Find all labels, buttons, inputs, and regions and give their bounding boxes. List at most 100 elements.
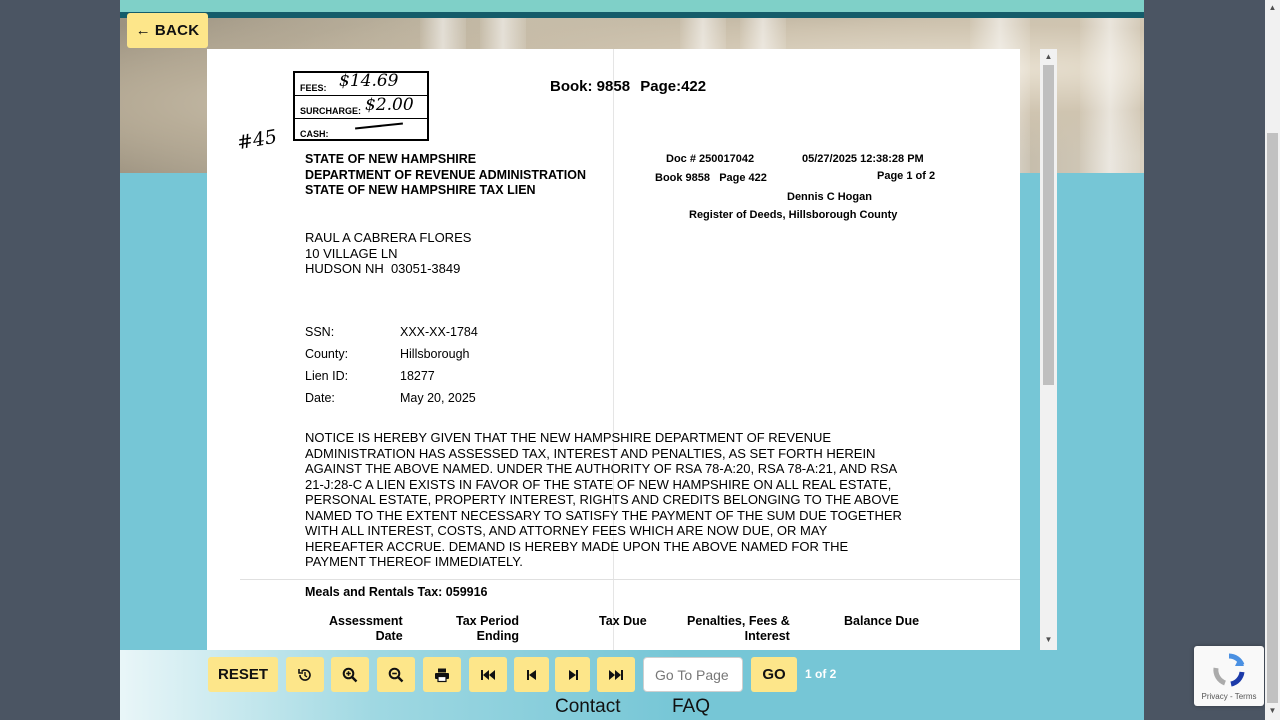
book-label: Book: xyxy=(550,78,593,95)
field-value-county: Hillsborough xyxy=(400,347,470,361)
print-icon xyxy=(435,668,449,682)
fees-label: FEES: xyxy=(300,83,327,93)
cash-label: CASH: xyxy=(300,129,329,139)
header-balance-due: Balance Due xyxy=(844,614,920,628)
last-page-icon xyxy=(609,669,623,680)
field-value-ssn: XXX-XX-1784 xyxy=(400,325,478,339)
surcharge-label: SURCHARGE: xyxy=(300,106,362,116)
page-value: 422 xyxy=(681,78,707,95)
faq-link[interactable]: FAQ xyxy=(672,696,710,718)
header-tax-period-line1: Tax Period xyxy=(456,614,519,628)
notice-line: NAMED TO THE EXTENT NECESSARY TO SATISFY… xyxy=(305,507,902,523)
zoom-in-icon xyxy=(342,667,358,682)
margin-note: #45 xyxy=(235,125,279,155)
register-title: Register of Deeds, Hillsborough County xyxy=(689,209,898,221)
page-label: Page: xyxy=(640,78,682,95)
rotate-icon xyxy=(298,668,311,681)
first-page-icon xyxy=(481,669,495,680)
addressee-city: HUDSON NH 03051-3849 xyxy=(305,261,461,276)
go-to-page-input[interactable] xyxy=(643,657,743,692)
header-assessment: Assessment xyxy=(329,614,403,628)
notice-line: AGAINST THE ABOVE NAMED. UNDER THE AUTHO… xyxy=(305,461,898,476)
addressee-name: RAUL A CABRERA FLORES xyxy=(305,230,472,245)
next-page-icon xyxy=(568,669,578,680)
go-button[interactable]: GO xyxy=(751,657,797,692)
back-label: BACK xyxy=(154,22,200,39)
first-page-button[interactable] xyxy=(469,657,507,692)
print-button[interactable] xyxy=(423,657,461,692)
page-scroll-down-icon[interactable]: ▼ xyxy=(1268,706,1277,715)
last-page-button[interactable] xyxy=(597,657,635,692)
zoom-in-button[interactable] xyxy=(331,657,369,692)
addressee-block: RAUL A CABRERA FLORES 10 VILLAGE LN HUDS… xyxy=(305,230,471,277)
next-page-button[interactable] xyxy=(555,657,590,692)
document-viewer[interactable]: #45 FEES: $14.69 SURCHARGE: $2.00 CASH: … xyxy=(207,49,1020,650)
header-penalties-line2: Interest xyxy=(744,629,790,643)
prev-page-button[interactable] xyxy=(514,657,549,692)
header-tax-period-line2: Ending xyxy=(476,629,519,643)
zoom-out-button[interactable] xyxy=(377,657,415,692)
agency-line-2: DEPARTMENT OF REVENUE ADMINISTRATION xyxy=(305,167,587,182)
rotate-button[interactable] xyxy=(286,657,324,692)
recaptcha-terms[interactable]: Terms xyxy=(1235,692,1257,701)
recaptcha-privacy[interactable]: Privacy xyxy=(1202,692,1228,701)
notice-line: WITH ALL INTEREST, COSTS, AND ATTORNEY F… xyxy=(305,523,828,538)
recaptcha-badge[interactable]: Privacy - Terms xyxy=(1194,646,1264,706)
book-value: 9858 xyxy=(596,78,631,95)
reset-button[interactable]: RESET xyxy=(208,657,278,692)
fees-value: $14.69 xyxy=(339,71,399,91)
notice-line: NOTICE IS HEREBY GIVEN THAT THE NEW HAMP… xyxy=(305,430,832,445)
header-dark-bar xyxy=(120,12,1144,18)
notice-line: PERSONAL ESTATE, PROPERTY INTEREST, RIGH… xyxy=(305,492,899,507)
prev-page-icon xyxy=(526,669,536,680)
field-label-county: County: xyxy=(305,347,349,361)
notice-paragraph: NOTICE IS HEREBY GIVEN THAT THE NEW HAMP… xyxy=(305,430,902,570)
recording-datetime: 05/27/2025 12:38:28 PM xyxy=(802,153,924,165)
fee-stamp: FEES: $14.69 SURCHARGE: $2.00 CASH: xyxy=(293,71,429,141)
register-name: Dennis C Hogan xyxy=(787,191,872,203)
doc-number: Doc # 250017042 xyxy=(666,153,755,165)
notice-line: 21-J:28-C A LIEN EXISTS IN FAVOR OF THE … xyxy=(305,476,892,492)
cash-strike xyxy=(355,122,403,130)
addressee-street: 10 VILLAGE LN xyxy=(305,245,398,261)
page-scroll-up-icon[interactable]: ▲ xyxy=(1268,3,1277,12)
field-label-ssn: SSN: xyxy=(305,325,335,339)
field-label-lien-id: Lien ID: xyxy=(305,369,349,383)
header-accent-bar xyxy=(120,0,1144,12)
agency-block: STATE OF NEW HAMPSHIRE DEPARTMENT OF REV… xyxy=(305,152,586,199)
viewer-scroll-thumb[interactable] xyxy=(1043,65,1054,385)
contact-link[interactable]: Contact xyxy=(555,696,620,718)
scroll-up-icon[interactable]: ▲ xyxy=(1043,52,1054,61)
scroll-down-icon[interactable]: ▼ xyxy=(1043,635,1054,644)
arrow-left-icon: ← xyxy=(135,22,151,39)
agency-line-1: STATE OF NEW HAMPSHIRE xyxy=(305,152,477,166)
notice-line: PAYMENT THEREOF IMMEDIATELY. xyxy=(305,554,523,569)
page-count: 1 of 2 xyxy=(805,667,837,681)
zoom-out-icon xyxy=(388,667,404,682)
agency-line-3: STATE OF NEW HAMPSHIRE TAX LIEN xyxy=(305,183,536,197)
field-label-date: Date: xyxy=(305,391,335,405)
recaptcha-links: Privacy - Terms xyxy=(1194,692,1264,701)
recaptcha-separator: - xyxy=(1227,692,1235,701)
book-page-heading: Book: 9858 Page:422 xyxy=(550,78,706,95)
notice-line: ADMINISTRATION HAS ASSESSED TAX, INTERES… xyxy=(305,445,876,461)
recording-page-of: Page 1 of 2 xyxy=(877,170,936,182)
page-scroll-thumb[interactable] xyxy=(1267,133,1278,703)
header-assessment-date: Assessment Date xyxy=(329,614,403,644)
back-button[interactable]: ← BACK xyxy=(127,13,208,48)
viewer-scrollbar[interactable]: ▲ ▼ xyxy=(1040,49,1057,650)
header-tax-due: Tax Due xyxy=(599,614,647,628)
field-value-date: May 20, 2025 xyxy=(400,391,476,405)
header-penalties: Penalties, Fees & Interest xyxy=(687,614,790,644)
page-scrollbar[interactable]: ▲ ▼ xyxy=(1265,0,1280,720)
notice-line: HEREAFTER ACCRUE. DEMAND IS HEREBY MADE … xyxy=(305,538,849,554)
recording-book-page: Book 9858 Page 422 xyxy=(655,172,767,184)
section-divider xyxy=(240,579,1020,580)
tax-type: Meals and Rentals Tax: 059916 xyxy=(305,585,488,599)
field-value-lien-id: 18277 xyxy=(400,369,435,383)
header-penalties-line1: Penalties, Fees & xyxy=(687,614,790,628)
recaptcha-icon xyxy=(1213,653,1245,687)
surcharge-value: $2.00 xyxy=(365,95,414,115)
header-date: Date xyxy=(375,629,403,643)
header-tax-period: Tax Period Ending xyxy=(456,614,519,644)
